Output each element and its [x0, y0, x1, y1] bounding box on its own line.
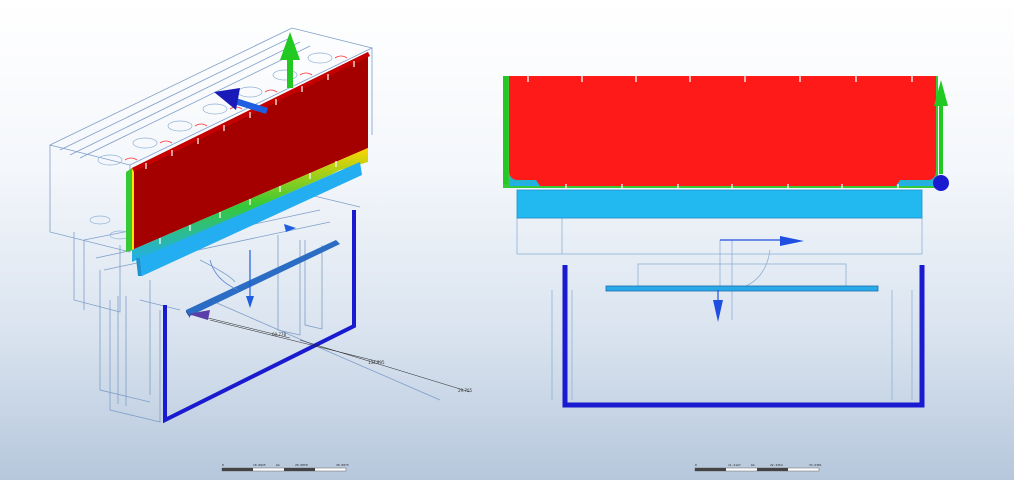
depth-axis-dot-icon[interactable] — [933, 175, 949, 191]
arrow-head-down-icon — [246, 296, 254, 308]
scale-label-2: 20.0050 — [295, 463, 308, 467]
scale-bar: 0 11.2127 mm 22.4254 33.6381 — [694, 463, 822, 472]
scale-label-unit: mm — [276, 463, 280, 467]
scale-label-3: 30.0075 — [336, 463, 349, 467]
heated-body — [503, 76, 938, 188]
isometric-scene: 60.778 134.895 29.705 0 10.0025 mm 20.00… — [48, 27, 472, 472]
scale-label-3: 33.6381 — [809, 463, 822, 467]
scale-label-1: 10.0025 — [253, 463, 266, 467]
scale-bar: 0 10.0025 mm 20.0050 30.0075 — [221, 463, 349, 472]
right-viewport[interactable]: 0 11.2127 mm 22.4254 33.6381 — [500, 0, 1014, 480]
arrow-down-icon — [713, 300, 723, 322]
depth-axis-arrow-icon[interactable] — [214, 88, 268, 114]
inner-plate — [605, 285, 879, 292]
inner-plate — [186, 240, 340, 318]
cooling-block — [516, 189, 923, 219]
scale-label-0: 0 — [222, 463, 224, 467]
dimension-label-3: 29.705 — [458, 388, 472, 393]
scale-label-2: 22.4254 — [770, 463, 783, 467]
left-viewport[interactable]: 60.778 134.895 29.705 0 10.0025 mm 20.00… — [0, 0, 500, 480]
scale-label-unit: mm — [751, 463, 755, 467]
dimension-label-1: 60.778 — [272, 332, 286, 337]
dimension-label-2: 134.895 — [368, 360, 385, 365]
front-scene: 0 11.2127 mm 22.4254 33.6381 — [503, 76, 949, 472]
arrow-right-icon — [780, 236, 804, 246]
scale-label-0: 0 — [695, 463, 697, 467]
scale-label-1: 11.2127 — [728, 463, 741, 467]
